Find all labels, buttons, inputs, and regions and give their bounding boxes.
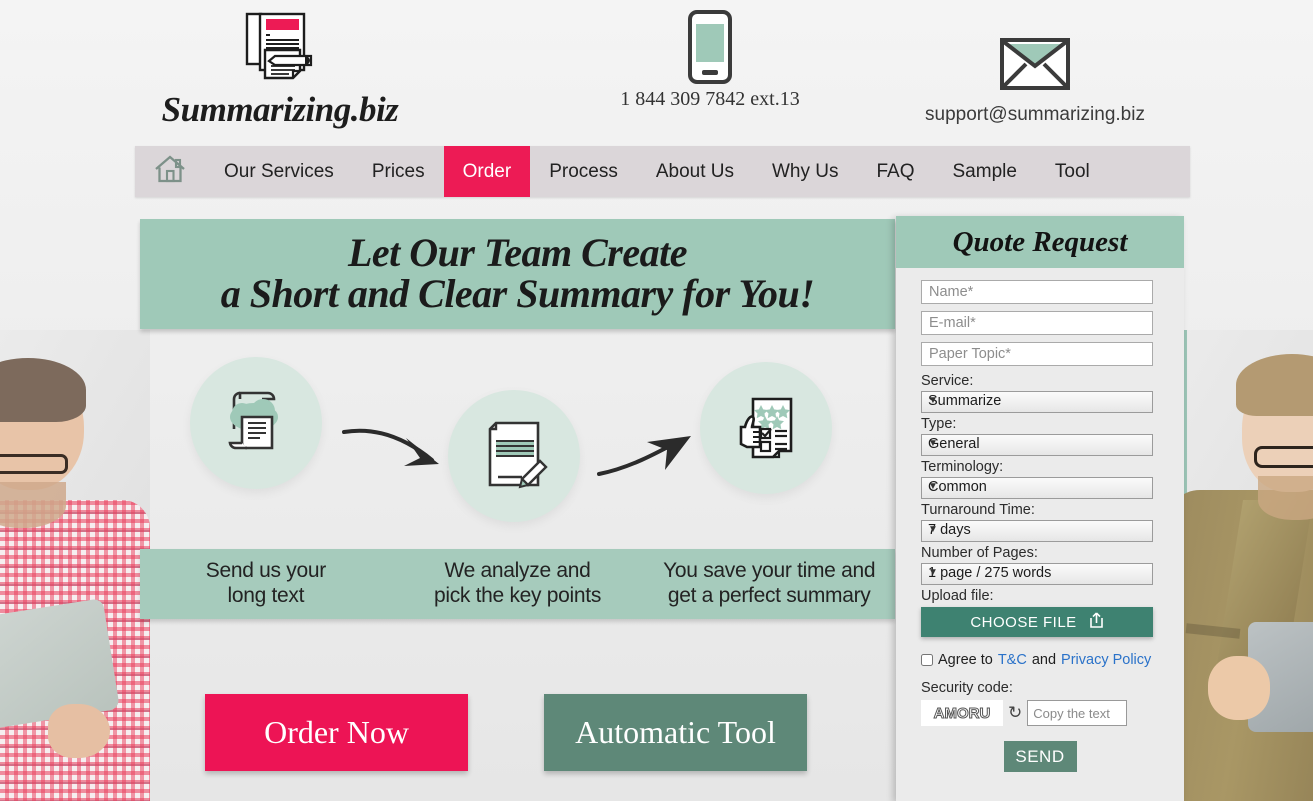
hero-line-1: Let Our Team Create xyxy=(347,230,688,276)
nav-item-our-services[interactable]: Our Services xyxy=(205,146,353,197)
arrow-2-icon xyxy=(595,430,705,490)
service-select[interactable]: Summarize ▼ xyxy=(921,391,1153,413)
caption-3-line-1: You save your time and xyxy=(663,559,876,583)
cloud-upload-document-icon xyxy=(218,385,294,462)
mobile-phone-icon xyxy=(585,6,835,88)
right-person-beard xyxy=(1258,476,1313,520)
type-select[interactable]: General ▼ xyxy=(921,434,1153,456)
caption-1-line-2: long text xyxy=(227,584,305,607)
nav-item-sample[interactable]: Sample xyxy=(934,146,1036,197)
phone-contact[interactable]: 1 844 309 7842 ext.13 xyxy=(585,6,835,111)
envelope-icon xyxy=(905,22,1165,104)
home-icon xyxy=(153,153,187,190)
man-in-blazer-with-tablet-photo xyxy=(1180,330,1313,801)
quote-request-title: Quote Request xyxy=(952,225,1128,258)
agree-prefix-label: Agree to xyxy=(938,652,993,668)
quote-request-form: Service: Summarize ▼ Type: General ▼ Ter… xyxy=(896,268,1184,782)
number-of-pages-label: Number of Pages: xyxy=(921,545,1038,561)
nav-item-about-us[interactable]: About Us xyxy=(637,146,753,197)
type-label: Type: xyxy=(921,416,957,432)
left-person-glasses-icon xyxy=(0,454,68,474)
captcha-image: AMORU xyxy=(921,700,1003,726)
paper-topic-input[interactable] xyxy=(921,342,1153,366)
agree-and-label: and xyxy=(1031,652,1057,668)
terms-conditions-link[interactable]: T&C xyxy=(998,652,1027,668)
choose-file-label: CHOOSE FILE xyxy=(970,613,1077,631)
choose-file-button[interactable]: CHOOSE FILE xyxy=(921,607,1153,637)
email-address: support@summarizing.biz xyxy=(925,104,1145,125)
upload-icon xyxy=(1089,611,1104,633)
brand-name: Summarizing.biz xyxy=(161,90,399,129)
automatic-tool-button[interactable]: Automatic Tool xyxy=(544,694,807,771)
main-navigation: Our Services Prices Order Process About … xyxy=(135,146,1190,197)
caption-3-line-2: get a perfect summary xyxy=(667,584,871,607)
chevron-down-icon: ▼ xyxy=(928,395,938,406)
quote-request-panel: Quote Request Service: Summarize ▼ Type:… xyxy=(896,216,1184,801)
chevron-down-icon: ▼ xyxy=(928,567,938,578)
thumbs-up-rated-document-icon xyxy=(727,389,805,468)
chevron-down-icon: ▼ xyxy=(928,524,938,535)
email-contact[interactable]: support@summarizing.biz xyxy=(905,22,1165,126)
number-of-pages-select[interactable]: 1 page / 275 words ▼ xyxy=(921,563,1153,585)
hero-banner: Let Our Team Create a Short and Clear Su… xyxy=(140,219,895,329)
nav-item-order[interactable]: Order xyxy=(443,146,531,197)
step-caption-3: You save your time and get a perfect sum… xyxy=(643,549,895,619)
step-1-circle xyxy=(190,357,322,489)
cta-row: Order Now Automatic Tool xyxy=(205,694,807,771)
turnaround-time-label: Turnaround Time: xyxy=(921,502,1035,518)
arrow-1-icon xyxy=(340,422,450,487)
step-caption-1: Send us your long text xyxy=(140,549,392,619)
right-person-glasses-icon xyxy=(1254,446,1313,468)
captcha-input[interactable] xyxy=(1027,700,1128,726)
terminology-select[interactable]: Common ▼ xyxy=(921,477,1153,499)
agree-terms-row: Agree to T&C and Privacy Policy xyxy=(921,652,1159,668)
step-caption-2: We analyze and pick the key points xyxy=(392,549,644,619)
service-label: Service: xyxy=(921,373,974,389)
terminology-label: Terminology: xyxy=(921,459,1004,475)
order-now-button[interactable]: Order Now xyxy=(205,694,468,771)
step-captions-bar: Send us your long text We analyze and pi… xyxy=(140,549,895,619)
agree-terms-checkbox[interactable] xyxy=(921,654,933,666)
email-input[interactable] xyxy=(921,311,1153,335)
brand-logo[interactable]: Summarizing.biz xyxy=(130,8,430,130)
left-person-hand xyxy=(48,704,110,758)
process-steps xyxy=(140,340,895,550)
nav-item-tool[interactable]: Tool xyxy=(1036,146,1109,197)
man-with-tablet-photo xyxy=(0,330,150,801)
caption-1-line-1: Send us your xyxy=(205,559,326,583)
nav-item-why-us[interactable]: Why Us xyxy=(753,146,858,197)
refresh-icon[interactable]: ↻ xyxy=(1008,703,1022,723)
upload-file-label: Upload file: xyxy=(921,588,994,604)
nav-item-faq[interactable]: FAQ xyxy=(857,146,933,197)
privacy-policy-link[interactable]: Privacy Policy xyxy=(1061,652,1151,668)
send-button[interactable]: SEND xyxy=(1003,741,1077,772)
chevron-down-icon: ▼ xyxy=(928,438,938,449)
document-pencil-logo-icon xyxy=(235,8,325,86)
security-code-row: AMORU ↻ xyxy=(921,700,1159,726)
caption-2-line-2: pick the key points xyxy=(433,584,602,607)
caption-2-line-1: We analyze and xyxy=(444,559,591,583)
nav-item-process[interactable]: Process xyxy=(530,146,637,197)
quote-request-header: Quote Request xyxy=(896,216,1184,268)
name-input[interactable] xyxy=(921,280,1153,304)
hero-headline: Let Our Team Create a Short and Clear Su… xyxy=(220,230,815,316)
hero-line-2: a Short and Clear Summary for You! xyxy=(220,271,815,316)
nav-home-button[interactable] xyxy=(135,146,205,197)
step-3-circle xyxy=(700,362,832,494)
right-person-hand xyxy=(1208,656,1270,720)
phone-number: 1 844 309 7842 ext.13 xyxy=(620,88,800,110)
chevron-down-icon: ▼ xyxy=(928,481,938,492)
security-code-label: Security code: xyxy=(921,680,1013,696)
site-header: Summarizing.biz 1 844 309 7842 ext.13 su… xyxy=(0,0,1313,145)
nav-item-prices[interactable]: Prices xyxy=(353,146,444,197)
turnaround-time-select[interactable]: 7 days ▼ xyxy=(921,520,1153,542)
document-pencil-edit-icon xyxy=(478,417,550,496)
step-2-circle xyxy=(448,390,580,522)
